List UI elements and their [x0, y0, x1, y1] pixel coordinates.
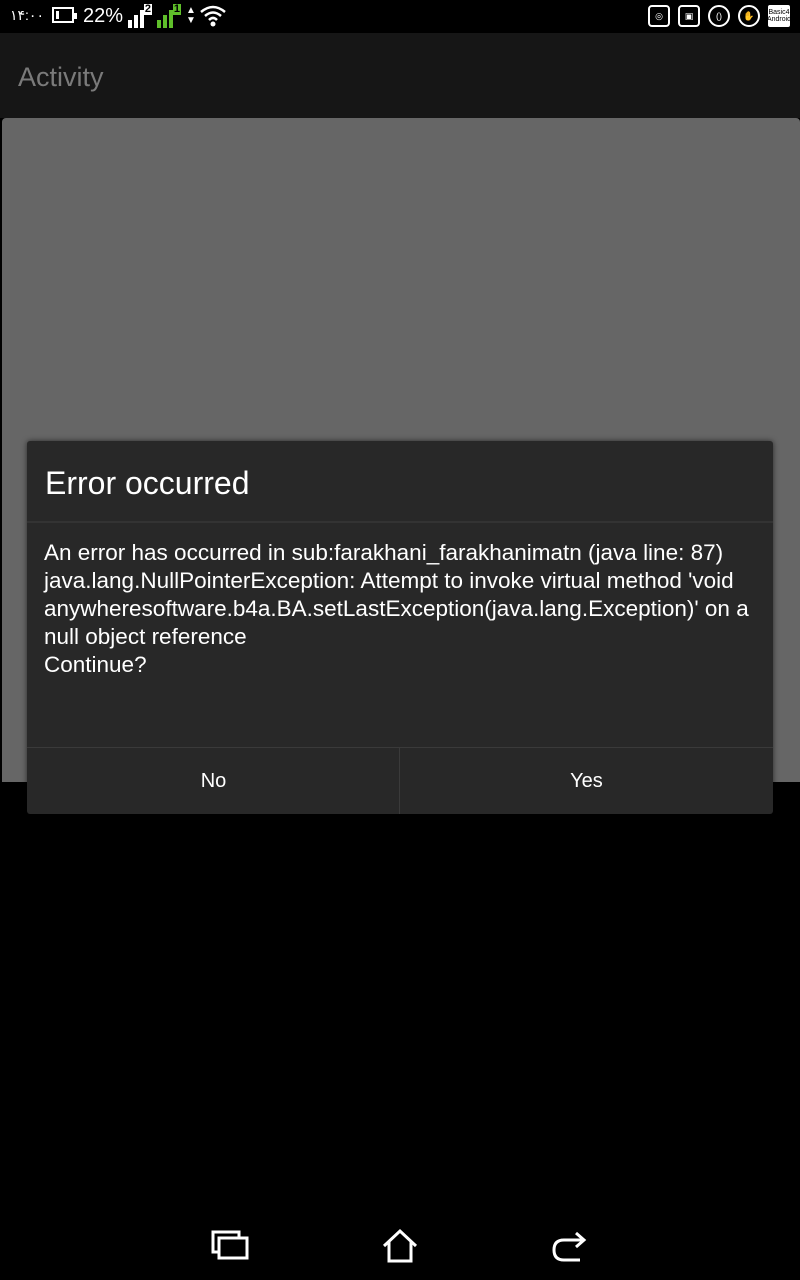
- dialog-message: An error has occurred in sub:farakhani_f…: [44, 540, 749, 677]
- recent-apps-icon[interactable]: [210, 1228, 250, 1264]
- instagram-icon: ◎: [648, 5, 670, 27]
- battery-percent: 22%: [83, 5, 124, 27]
- yes-button[interactable]: Yes: [400, 748, 773, 814]
- home-icon[interactable]: [380, 1228, 420, 1264]
- status-bar: ۱۴:۰۰ 22% 2 1 ▲ ▼ ◎ ▣ () ✋ Basic4 Android: [0, 0, 800, 33]
- battery-icon: [52, 7, 77, 23]
- status-time: ۱۴:۰۰: [10, 7, 44, 23]
- notification-icons: ◎ ▣ () ✋ Basic4 Android: [648, 5, 791, 27]
- sim-badge-1: 1: [172, 3, 181, 15]
- action-bar: Activity: [0, 33, 800, 118]
- photo-icon: ▣: [678, 5, 700, 27]
- parentheses-icon: (): [708, 5, 730, 27]
- signal-sim1-icon: 1: [157, 3, 181, 28]
- basic4android-icon: Basic4 Android: [767, 5, 791, 27]
- sim-badge-2: 2: [143, 3, 152, 15]
- back-icon[interactable]: [550, 1228, 590, 1264]
- wifi-icon: [200, 5, 226, 27]
- signal-sim2-icon: 2: [128, 3, 152, 28]
- navigation-bar: [0, 1210, 800, 1280]
- data-arrows-icon: ▲ ▼: [186, 5, 196, 26]
- app-title: Activity: [18, 62, 104, 92]
- error-dialog: Error occurred An error has occurred in …: [27, 441, 773, 814]
- dialog-title-divider: [27, 521, 773, 523]
- cat-icon: ✋: [738, 5, 760, 27]
- dialog-title: Error occurred: [45, 465, 250, 501]
- no-button[interactable]: No: [27, 748, 400, 814]
